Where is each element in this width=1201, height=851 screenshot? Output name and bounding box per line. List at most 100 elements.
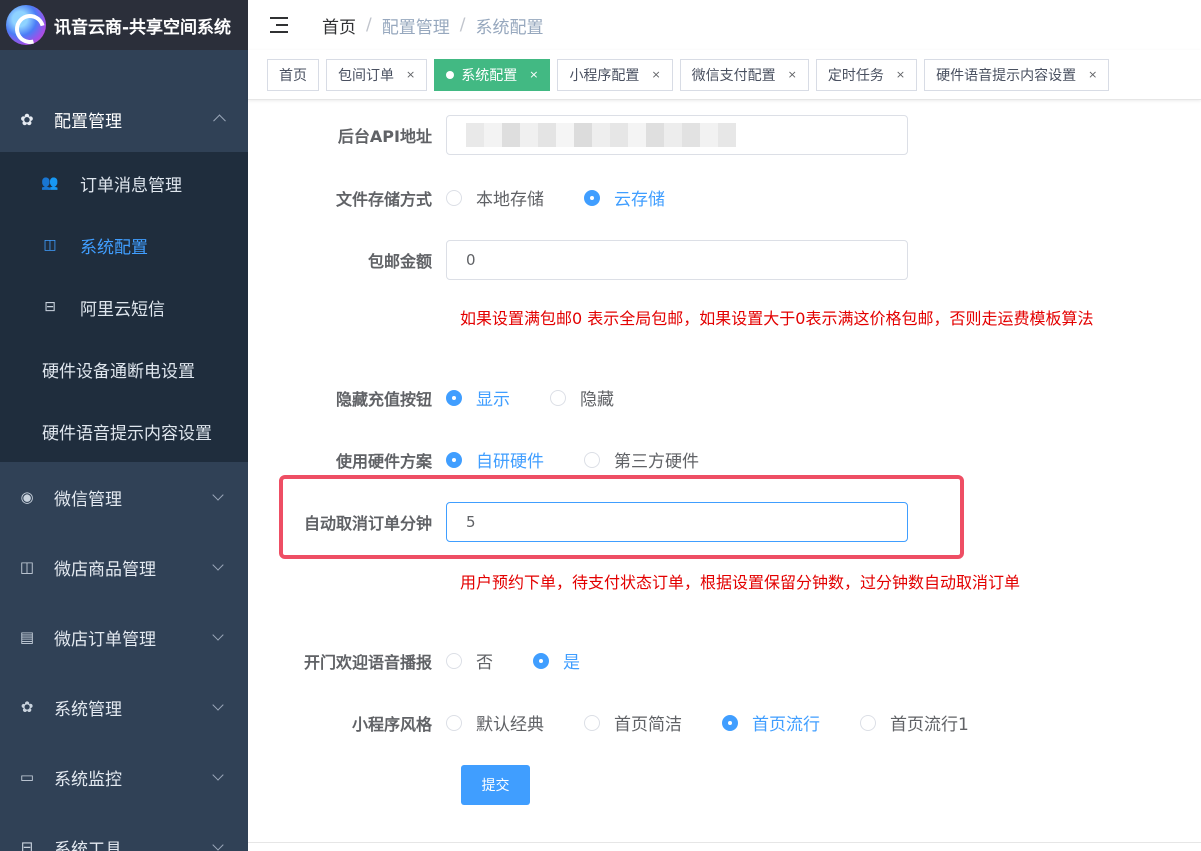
sidebar-item-label: 订单消息管理: [80, 175, 182, 196]
form-row-storage: 文件存储方式 本地存储 云存储: [248, 185, 1201, 210]
radio-no[interactable]: 否: [446, 648, 493, 673]
sidebar-item-wechat[interactable]: ◉ 微信管理: [0, 462, 248, 532]
close-icon[interactable]: ×: [896, 68, 905, 81]
radio-label: 第三方硬件: [614, 452, 699, 472]
close-icon[interactable]: ×: [529, 68, 538, 81]
close-icon[interactable]: ×: [651, 68, 660, 81]
gear-icon: ✿: [20, 109, 34, 129]
sidebar-item-label: 系统工具: [54, 839, 122, 851]
document-icon: ▤: [19, 628, 35, 646]
sidebar-group-config[interactable]: ✿ 配置管理: [0, 86, 248, 152]
tag-label: 系统配置: [461, 67, 518, 84]
radio-cloud-storage[interactable]: 云存储: [584, 185, 665, 210]
input-value: 5: [466, 513, 476, 531]
tag-miniprogram-config[interactable]: 小程序配置 ×: [557, 58, 673, 91]
close-icon[interactable]: ×: [1088, 68, 1097, 81]
sidebar-item-system-tools[interactable]: ⊟ 系统工具: [0, 812, 248, 851]
radio-own-hardware[interactable]: 自研硬件: [446, 447, 544, 472]
logo-text: 讯音云商-共享空间系统: [54, 17, 232, 38]
tag-label: 包间订单: [338, 67, 394, 84]
radio-yes[interactable]: 是: [533, 648, 580, 673]
radio-circle: [446, 389, 462, 406]
sidebar-item-voice-settings[interactable]: 硬件语音提示内容设置: [0, 400, 248, 462]
breadcrumb: 首页 / 配置管理 / 系统配置: [322, 13, 543, 38]
input-value: 0: [466, 251, 476, 269]
redacted-value: [466, 123, 736, 147]
radio-label: 是: [563, 653, 580, 673]
radio-style-popular-1[interactable]: 首页流行1: [860, 710, 969, 735]
tag-label: 硬件语音提示内容设置: [936, 67, 1077, 84]
sidebar-item-system-manage[interactable]: ✿ 系统管理: [0, 672, 248, 742]
close-icon[interactable]: ×: [788, 68, 797, 81]
radio-circle: [533, 652, 549, 669]
tag-scheduled-tasks[interactable]: 定时任务 ×: [815, 58, 918, 91]
radio-show[interactable]: 显示: [446, 385, 510, 410]
divider: [248, 842, 1201, 843]
radio-circle: [584, 189, 600, 206]
logo-icon: [6, 5, 46, 45]
style-radio-group: 默认经典 首页简洁 首页流行 首页流行1: [446, 710, 1009, 735]
radio-style-classic[interactable]: 默认经典: [446, 710, 544, 735]
radio-label: 显示: [476, 390, 510, 410]
form-row-welcome-voice: 开门欢迎语音播报 否 是: [248, 648, 1201, 673]
form-row-api-url: 后台API地址: [248, 115, 1201, 155]
sidebar-item-shop-goods[interactable]: ◫ 微店商品管理: [0, 532, 248, 602]
tag-label: 定时任务: [827, 67, 884, 84]
api-url-input[interactable]: [446, 115, 908, 155]
free-shipping-hint: 如果设置满包邮0 表示全局包邮，如果设置大于0表示满这价格包邮，否则走运费模板算…: [460, 309, 1094, 328]
tag-system-config[interactable]: 系统配置 ×: [434, 58, 551, 91]
hardware-label: 使用硬件方案: [335, 451, 432, 471]
radio-label: 首页流行: [752, 715, 820, 735]
tag-voice-settings[interactable]: 硬件语音提示内容设置 ×: [924, 58, 1110, 91]
free-shipping-label: 包邮金额: [367, 252, 432, 271]
tag-label: 小程序配置: [569, 67, 640, 84]
breadcrumb-home[interactable]: 首页: [322, 13, 356, 38]
radio-hide[interactable]: 隐藏: [550, 385, 614, 410]
style-label: 小程序风格: [351, 714, 432, 734]
radio-third-party-hardware[interactable]: 第三方硬件: [584, 447, 699, 472]
radio-circle: [446, 714, 462, 731]
radio-local-storage[interactable]: 本地存储: [446, 185, 544, 210]
tag-home[interactable]: 首页: [267, 58, 319, 91]
welcome-voice-radio-group: 否 是: [446, 648, 620, 673]
close-icon[interactable]: ×: [406, 68, 415, 81]
form-row-hide-recharge: 隐藏充值按钮 显示 隐藏: [248, 385, 1201, 410]
wechat-icon: ◉: [20, 488, 34, 506]
briefcase-icon: ⊟: [44, 299, 56, 315]
shopping-bag-icon: ◫: [19, 558, 35, 576]
sidebar-item-label: 微信管理: [54, 489, 122, 510]
chevron-down-icon: [212, 769, 224, 781]
radio-label: 隐藏: [580, 390, 614, 410]
auto-cancel-input[interactable]: 5: [446, 502, 908, 542]
sidebar-item-order-message[interactable]: 👥 订单消息管理: [0, 152, 248, 214]
sidebar-item-system-config[interactable]: ◫ 系统配置: [0, 214, 248, 276]
radio-label: 本地存储: [476, 190, 544, 210]
tag-room-orders[interactable]: 包间订单 ×: [326, 58, 428, 91]
chevron-down-icon: [212, 839, 224, 851]
logo[interactable]: 讯音云商-共享空间系统: [0, 0, 248, 50]
breadcrumb-separator: /: [366, 15, 372, 35]
radio-label: 否: [476, 653, 493, 673]
chevron-down-icon: [212, 699, 224, 711]
sidebar-item-shop-orders[interactable]: ▤ 微店订单管理: [0, 602, 248, 672]
config-form: 后台API地址 文件存储方式 本地存储 云存储 包邮金额 0 如果设置满包邮0 …: [248, 101, 1201, 851]
sidebar-item-power-settings[interactable]: 硬件设备通断电设置: [0, 338, 248, 400]
sidebar-item-system-monitor[interactable]: ▭ 系统监控: [0, 742, 248, 812]
hamburger-icon[interactable]: [270, 16, 292, 34]
radio-label: 首页流行1: [890, 715, 969, 735]
tag-wechat-pay-config[interactable]: 微信支付配置 ×: [679, 58, 809, 91]
sidebar-item-aliyun-sms[interactable]: ⊟ 阿里云短信: [0, 276, 248, 338]
sidebar-item-label: 系统管理: [54, 699, 122, 720]
submit-button[interactable]: 提交: [461, 765, 530, 805]
storage-label: 文件存储方式: [335, 189, 432, 209]
radio-style-popular[interactable]: 首页流行: [722, 710, 820, 735]
breadcrumb-separator: /: [459, 15, 466, 35]
free-shipping-input[interactable]: 0: [446, 240, 908, 280]
hide-recharge-radio-group: 显示 隐藏: [446, 385, 654, 410]
tag-label: 微信支付配置: [691, 67, 776, 84]
radio-style-simple[interactable]: 首页简洁: [584, 710, 682, 735]
user-group-icon: 👥: [41, 175, 59, 191]
radio-circle: [446, 652, 462, 669]
radio-circle: [446, 451, 462, 468]
sidebar-item-label: 硬件语音提示内容设置: [42, 423, 212, 444]
